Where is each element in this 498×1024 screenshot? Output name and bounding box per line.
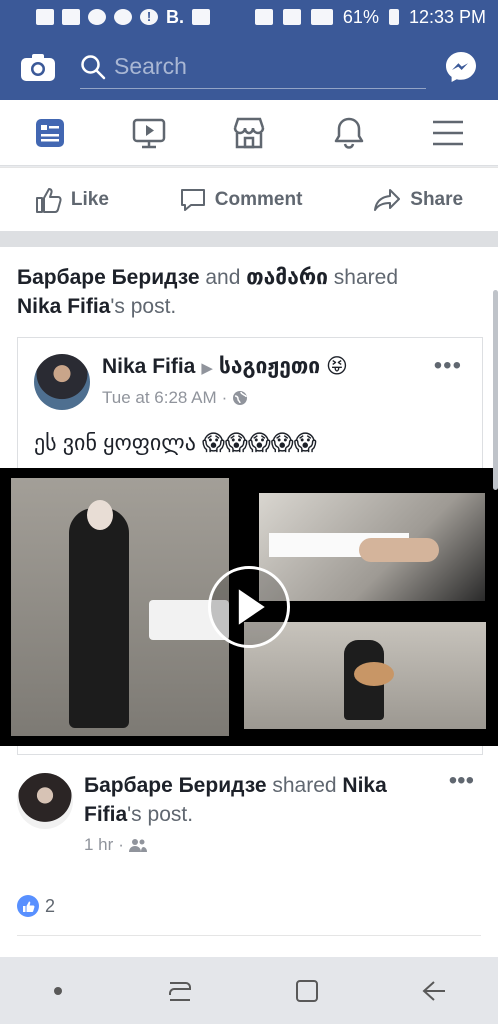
feed-separator (0, 231, 498, 247)
nav-bar (0, 100, 498, 166)
like-reaction-icon (17, 895, 39, 917)
shared-text: shared (327, 266, 398, 289)
comment-icon (180, 188, 205, 211)
status-time: 12:33 PM (408, 6, 486, 27)
more-options-icon[interactable]: ••• (434, 352, 462, 380)
like-count: 2 (45, 895, 56, 916)
play-button-icon[interactable] (208, 566, 290, 648)
more-options-icon[interactable]: ••• (449, 767, 474, 795)
dot-icon[interactable] (50, 983, 66, 999)
search-placeholder: Search (114, 53, 187, 79)
comment-label: Comment (214, 188, 303, 210)
person-figure (69, 508, 129, 728)
person-head (87, 500, 113, 530)
post-meta: 1 hr · (84, 835, 147, 855)
author-name[interactable]: Nika Fifia (102, 355, 195, 378)
sharer-name[interactable]: Барбаре Беридзе (84, 774, 267, 797)
share-button[interactable]: Share (372, 186, 463, 214)
edit-icon (88, 9, 106, 25)
meta-separator: · (221, 388, 228, 407)
feed-post: Барбаре Беридзе and თამარი shared Nika Fi… (0, 247, 498, 957)
gmail-icon (62, 9, 80, 25)
battery-level: 61% (342, 6, 379, 27)
sharer-name[interactable]: Барбаре Беридзе (17, 266, 200, 289)
battery-icon (388, 9, 399, 25)
nav-news-feed[interactable] (30, 113, 70, 153)
video-frame-bottom-right (244, 622, 486, 729)
android-nav-bar (0, 957, 498, 1024)
post-time[interactable]: 1 hr (84, 835, 113, 855)
video-frame-left (11, 478, 229, 736)
share-icon (374, 188, 401, 211)
search-input[interactable]: Search (80, 45, 426, 89)
image-icon (192, 9, 210, 25)
post-time[interactable]: Tue at 6:28 AM (102, 388, 217, 408)
status-bar: ! B. 61% 12:33 PM (0, 0, 498, 34)
like-button[interactable]: Like (35, 186, 109, 214)
avatar[interactable] (34, 354, 90, 410)
play-arrow-icon: ▶ (201, 360, 213, 377)
like-label: Like (70, 188, 109, 210)
video-player[interactable] (0, 468, 498, 746)
guitar (354, 662, 394, 686)
emoji: 😝 (325, 355, 348, 378)
nav-watch[interactable] (129, 113, 169, 153)
sharer-name-2[interactable]: თამარი (246, 266, 328, 289)
post-text: ეს ვინ ყოფილა 😱😱😱😱😱 (34, 430, 317, 455)
recent-apps-icon[interactable] (166, 979, 194, 1003)
inner-post-title: Nika Fifia ▶ საგიჟეთი 😝 (102, 354, 348, 379)
back-icon[interactable] (420, 979, 448, 1003)
scrollbar[interactable] (493, 290, 498, 490)
hands (359, 538, 439, 562)
top-bar: Search (0, 34, 498, 100)
meta-separator: · (118, 835, 124, 854)
mail-icon (36, 9, 54, 25)
alert-icon: ! (140, 9, 158, 25)
share-label: Share (410, 188, 464, 210)
nav-marketplace[interactable] (229, 113, 269, 153)
nfc-icon (254, 9, 273, 25)
status-letter: B. (166, 6, 184, 27)
and-text: and (199, 266, 247, 289)
original-owner-link[interactable]: Nika Fifia (17, 295, 110, 318)
home-icon[interactable] (294, 978, 320, 1004)
avatar[interactable] (17, 773, 73, 829)
post-header: Барбаре Беридзе shared Nika Fifia's post… (84, 771, 444, 829)
globe-icon (233, 391, 248, 405)
mute-icon (282, 9, 301, 25)
group-name[interactable]: საგიჟეთი (219, 355, 320, 378)
comment-button[interactable]: Comment (179, 186, 303, 214)
search-icon (81, 54, 106, 79)
owner-suffix: 's post. (110, 295, 177, 318)
post-meta: Tue at 6:28 AM · (102, 388, 248, 408)
video-icon (133, 118, 166, 148)
news-feed-icon (35, 118, 64, 147)
friends-icon (128, 839, 147, 852)
signal-icon (310, 9, 333, 25)
camera-icon[interactable] (20, 52, 56, 82)
marketplace-icon (233, 117, 265, 148)
brush-icon (114, 9, 132, 25)
messenger-icon[interactable] (444, 50, 478, 84)
nav-menu[interactable] (428, 113, 468, 153)
menu-icon (433, 120, 464, 145)
bell-icon (334, 117, 363, 149)
video-frame-top-right (259, 493, 485, 601)
nav-notifications[interactable] (329, 113, 369, 153)
owner-suffix: 's post. (127, 803, 194, 826)
thumbs-up-icon (35, 187, 62, 213)
reactions-summary[interactable]: 2 (17, 895, 55, 917)
post-header: Барбаре Беридзе and თამარი shared Nika Fi… (17, 263, 477, 321)
shared-text: shared (266, 774, 343, 797)
notification-icons: ! B. (36, 7, 210, 28)
post-action-bar: Like Comment Share (0, 167, 498, 231)
divider (17, 935, 481, 936)
